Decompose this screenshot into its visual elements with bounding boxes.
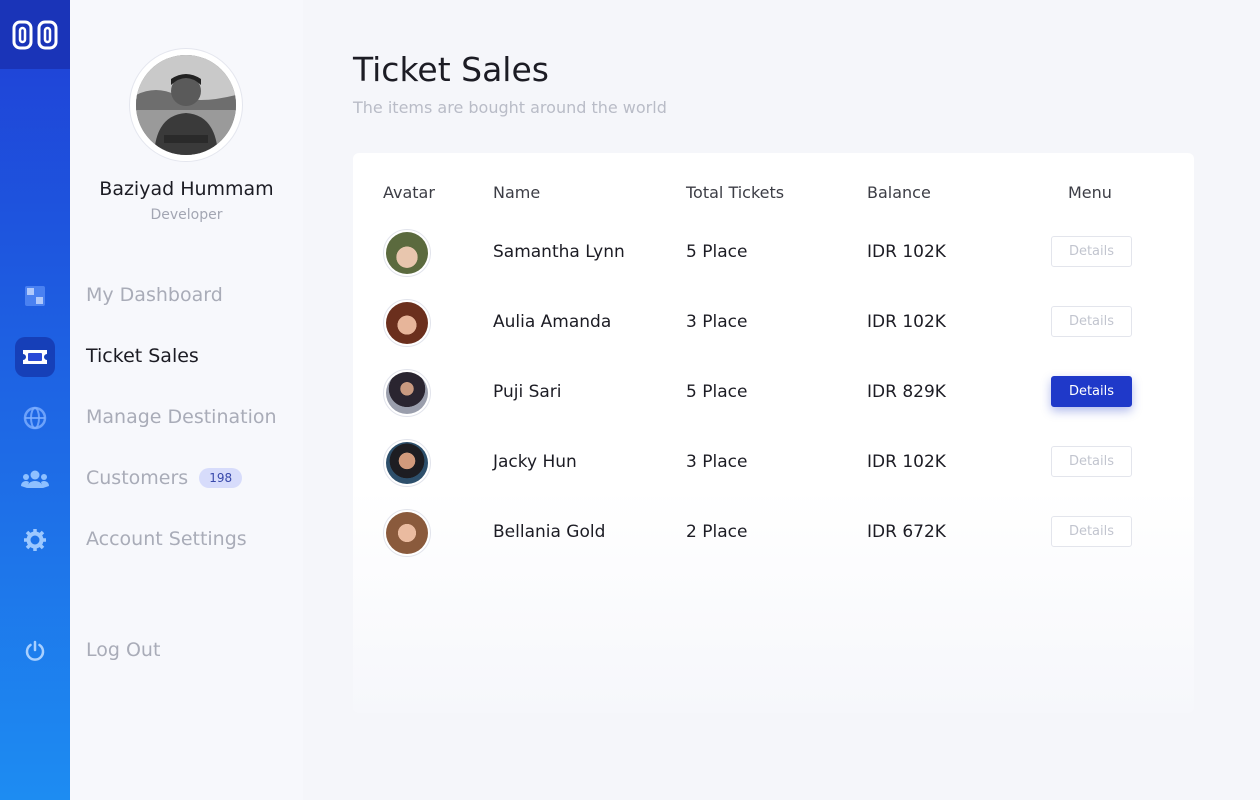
page-title: Ticket Sales [353,50,549,89]
profile-role: Developer [150,207,223,223]
profile-avatar[interactable] [129,48,243,162]
nav-label: My Dashboard [86,284,223,306]
balance: IDR 672K [867,522,946,542]
column-header-name: Name [493,183,541,202]
column-header-avatar: Avatar [383,183,435,202]
details-button[interactable]: Details [1051,446,1132,477]
table-row: Bellania Gold 2 Place IDR 672K Details [353,497,1194,567]
balance: IDR 102K [867,452,946,472]
nav-label: Account Settings [86,528,247,550]
icon-rail [0,0,70,800]
dashboard-grid-icon[interactable] [15,276,55,316]
power-icon[interactable] [15,631,55,671]
total-tickets: 3 Place [686,312,748,332]
balance: IDR 829K [867,382,946,402]
globe-icon[interactable] [15,398,55,438]
sidebar: Baziyad Hummam Developer My Dashboard Ti… [70,0,303,800]
details-button[interactable]: Details [1051,516,1132,547]
details-button[interactable]: Details [1051,376,1132,407]
balance: IDR 102K [867,312,946,332]
column-header-total-tickets: Total Tickets [686,183,785,202]
column-header-balance: Balance [867,183,931,202]
nav-manage-destination[interactable]: Manage Destination [86,406,277,428]
customer-avatar [383,439,431,487]
customer-avatar [383,229,431,277]
details-button[interactable]: Details [1051,236,1132,267]
nav-account-settings[interactable]: Account Settings [86,528,247,550]
users-icon[interactable] [15,459,55,499]
nav-label: Manage Destination [86,406,277,428]
table-row: Aulia Amanda 3 Place IDR 102K Details [353,287,1194,357]
nav-log-out[interactable]: Log Out [86,639,160,661]
gear-icon[interactable] [15,520,55,560]
nav-ticket-sales[interactable]: Ticket Sales [86,345,199,367]
table-row: Puji Sari 5 Place IDR 829K Details [353,357,1194,427]
customer-name: Bellania Gold [493,522,606,542]
customer-name: Aulia Amanda [493,312,612,332]
nav-customers[interactable]: Customers 198 [86,467,243,489]
profile-photo [136,55,236,155]
customer-name: Puji Sari [493,382,562,402]
customer-avatar [383,509,431,557]
total-tickets: 3 Place [686,452,748,472]
nav-my-dashboard[interactable]: My Dashboard [86,284,223,306]
total-tickets: 5 Place [686,382,748,402]
ticket-icon[interactable] [15,337,55,377]
balance: IDR 102K [867,242,946,262]
total-tickets: 5 Place [686,242,748,262]
customer-avatar [383,299,431,347]
nav-label: Ticket Sales [86,345,199,367]
column-header-menu: Menu [1068,183,1112,202]
page-subtitle: The items are bought around the world [353,98,667,117]
table-row: Jacky Hun 3 Place IDR 102K Details [353,427,1194,497]
customer-name: Samantha Lynn [493,242,625,262]
table-row: Samantha Lynn 5 Place IDR 102K Details [353,217,1194,287]
details-button[interactable]: Details [1051,306,1132,337]
nav-label: Customers [86,467,189,489]
profile-name: Baziyad Hummam [99,178,274,200]
customer-name: Jacky Hun [493,452,577,472]
nav-label: Log Out [86,639,161,661]
customers-count-badge: 198 [199,468,243,488]
logo-icon[interactable] [0,0,70,69]
customer-avatar [383,369,431,417]
total-tickets: 2 Place [686,522,748,542]
